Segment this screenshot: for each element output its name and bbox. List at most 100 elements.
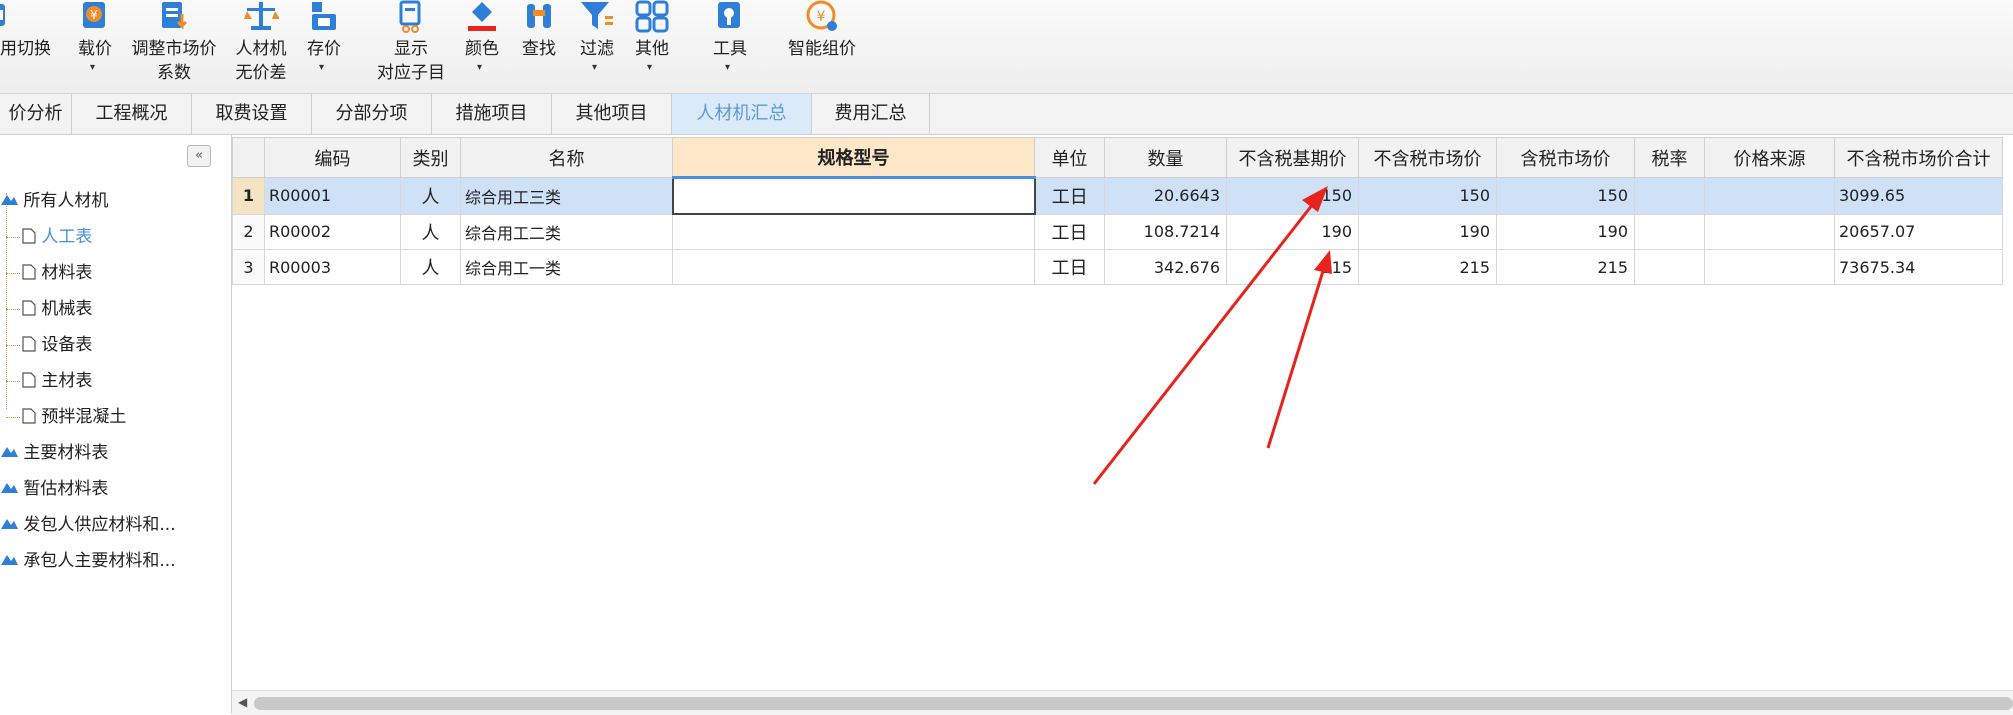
- column-header-name[interactable]: 名称: [460, 137, 673, 178]
- table-row[interactable]: 2 R00002 人 综合用工二类 工日 108.7214 190 190 19…: [232, 213, 2003, 250]
- cell-category[interactable]: 人: [400, 213, 461, 250]
- data-table: 编码 类别 名称 规格型号 单位 数量 不含税基期价 不含税市场价 含税市场价 …: [232, 137, 2003, 285]
- tree-item-all-resources[interactable]: 所有人材机: [0, 189, 108, 213]
- toolbar-label: 工具: [713, 39, 747, 59]
- cell-quantity[interactable]: 108.7214: [1104, 213, 1227, 250]
- cell-category[interactable]: 人: [400, 249, 461, 285]
- horizontal-scrollbar[interactable]: ◀: [232, 690, 2013, 715]
- table-row[interactable]: 3 R00003 人 综合用工一类 工日 342.676 215 215 215…: [232, 249, 2003, 285]
- collapse-panel-button[interactable]: «: [187, 145, 211, 167]
- tree-connector: [6, 345, 20, 346]
- tree-item-main-material-table[interactable]: 主材表: [22, 369, 92, 393]
- document-icon: [22, 372, 36, 388]
- tree-item-employer-supplied-materials[interactable]: 发包人供应材料和...: [0, 513, 176, 537]
- cell-market-price[interactable]: 190: [1358, 213, 1497, 250]
- cell-taxed-market-price[interactable]: 190: [1496, 213, 1635, 250]
- column-header-price-source[interactable]: 价格来源: [1704, 137, 1835, 178]
- toolbar-label-line2: 无价差: [235, 63, 287, 83]
- tree-item-equipment-table[interactable]: 设备表: [22, 333, 92, 357]
- tab-cost-summary[interactable]: 费用汇总: [812, 94, 930, 134]
- tree-label: 主材表: [41, 371, 93, 391]
- cell-spec[interactable]: [672, 249, 1035, 285]
- column-header-code[interactable]: 编码: [264, 137, 401, 178]
- scale-icon: [243, 0, 280, 41]
- cell-base-price[interactable]: 215: [1226, 249, 1359, 285]
- tree-label: 材料表: [41, 263, 93, 283]
- cell-tax-rate[interactable]: [1634, 213, 1705, 250]
- cell-market-price[interactable]: 150: [1358, 177, 1497, 215]
- category-tree-panel: « 所有人材机 人工表 材料表 机械表 设备表 主材表 预拌混凝土 主要材料表: [0, 135, 232, 714]
- cell-market-total[interactable]: 20657.07: [1834, 213, 2003, 250]
- row-number-header: [232, 137, 265, 178]
- cell-price-source[interactable]: [1704, 249, 1835, 285]
- cell-name[interactable]: 综合用工二类: [460, 213, 673, 250]
- column-header-taxed-market-price[interactable]: 含税市场价: [1496, 137, 1635, 178]
- column-header-spec[interactable]: 规格型号: [672, 137, 1035, 179]
- cell-unit[interactable]: 工日: [1034, 177, 1105, 215]
- tree-item-contractor-main-materials[interactable]: 承包人主要材料和...: [0, 549, 176, 573]
- tab-other-items[interactable]: 其他项目: [552, 94, 672, 134]
- tree-item-labor-table[interactable]: 人工表: [22, 225, 92, 249]
- cell-name[interactable]: 综合用工三类: [460, 177, 673, 215]
- column-header-category[interactable]: 类别: [400, 137, 461, 178]
- folder-tree-icon: [1, 483, 18, 493]
- toolbar-label: 用切换: [0, 39, 51, 59]
- cell-market-total[interactable]: 3099.65: [1834, 177, 2003, 215]
- cell-taxed-market-price[interactable]: 150: [1496, 177, 1635, 215]
- tree-item-main-materials[interactable]: 主要材料表: [0, 441, 108, 465]
- tree-connector: [6, 193, 7, 409]
- cell-code[interactable]: R00003: [264, 249, 401, 285]
- column-header-tax-rate[interactable]: 税率: [1634, 137, 1705, 178]
- tree-item-material-table[interactable]: 材料表: [22, 261, 92, 285]
- column-header-quantity[interactable]: 数量: [1104, 137, 1227, 178]
- cell-quantity[interactable]: 20.6643: [1104, 177, 1227, 215]
- column-header-unit[interactable]: 单位: [1034, 137, 1105, 178]
- cell-base-price[interactable]: 190: [1226, 213, 1359, 250]
- cell-market-price[interactable]: 215: [1358, 249, 1497, 285]
- cell-code[interactable]: R00002: [264, 213, 401, 250]
- row-number: 3: [232, 249, 265, 285]
- tree-label: 所有人材机: [23, 191, 109, 211]
- column-header-market-price[interactable]: 不含税市场价: [1358, 137, 1497, 178]
- cell-price-source[interactable]: [1704, 213, 1835, 250]
- cell-tax-rate[interactable]: [1634, 177, 1705, 215]
- tree-label: 暂估材料表: [23, 479, 109, 499]
- toolbar-label: 其他: [635, 39, 669, 59]
- table-row[interactable]: 1 R00001 人 综合用工三类 工日 20.6643 150 150 150…: [232, 176, 2003, 215]
- resource-summary-grid: 编码 类别 名称 规格型号 单位 数量 不含税基期价 不含税市场价 含税市场价 …: [232, 135, 2013, 690]
- cell-base-price[interactable]: 150: [1226, 177, 1359, 215]
- scroll-left-arrow-icon[interactable]: ◀: [238, 695, 247, 709]
- toolbar-label: 存价: [307, 39, 341, 59]
- column-header-base-price[interactable]: 不含税基期价: [1226, 137, 1359, 178]
- tab-project-overview[interactable]: 工程概况: [72, 94, 192, 134]
- adjust-market-price-icon: [156, 0, 192, 41]
- tab-fee-settings[interactable]: 取费设置: [192, 94, 312, 134]
- tree-item-provisional-materials[interactable]: 暂估材料表: [0, 477, 108, 501]
- document-icon: [22, 228, 36, 244]
- tab-measure-items[interactable]: 措施项目: [432, 94, 552, 134]
- cell-spec-editor[interactable]: [671, 176, 1036, 215]
- cell-unit[interactable]: 工日: [1034, 213, 1105, 250]
- cell-market-total[interactable]: 73675.34: [1834, 249, 2003, 285]
- scrollbar-thumb[interactable]: [254, 697, 2013, 710]
- cell-unit[interactable]: 工日: [1034, 249, 1105, 285]
- cell-tax-rate[interactable]: [1634, 249, 1705, 285]
- column-header-market-total[interactable]: 不含税市场价合计: [1834, 137, 2003, 178]
- cell-name[interactable]: 综合用工一类: [460, 249, 673, 285]
- cell-code[interactable]: R00001: [264, 177, 401, 215]
- tab-sub-items[interactable]: 分部分项: [312, 94, 432, 134]
- document-icon: [22, 408, 36, 424]
- cell-category[interactable]: 人: [400, 177, 461, 215]
- cell-quantity[interactable]: 342.676: [1104, 249, 1227, 285]
- cell-price-source[interactable]: [1704, 177, 1835, 215]
- toolbar-label: 载价: [78, 39, 112, 59]
- row-number: 2: [232, 213, 265, 250]
- document-icon: [22, 264, 36, 280]
- tree-item-machinery-table[interactable]: 机械表: [22, 297, 92, 321]
- tree-item-ready-mix-concrete[interactable]: 预拌混凝土: [22, 405, 126, 429]
- cell-spec[interactable]: [672, 213, 1035, 250]
- tab-price-analysis[interactable]: 价分析: [0, 94, 72, 134]
- tab-resource-summary[interactable]: 人材机汇总: [672, 94, 812, 134]
- cell-taxed-market-price[interactable]: 215: [1496, 249, 1635, 285]
- folder-tree-icon: [1, 195, 18, 205]
